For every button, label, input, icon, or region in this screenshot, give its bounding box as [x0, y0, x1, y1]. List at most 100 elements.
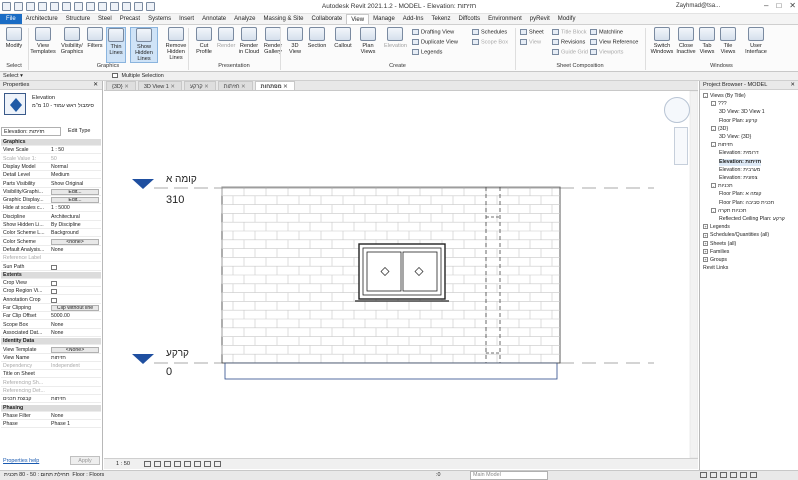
expand-icon[interactable]: +	[703, 257, 708, 263]
close-tab-icon[interactable]: ✕	[169, 84, 175, 90]
level-head-icon[interactable]	[132, 179, 154, 189]
property-button[interactable]: <None>	[51, 346, 99, 353]
drawing-canvas[interactable]	[104, 90, 699, 459]
close-tab-icon[interactable]: ✕	[123, 84, 129, 90]
browser-item[interactable]: Reflected Ceiling Plan: קרקע	[719, 216, 785, 223]
visibility-graphics-button[interactable]: Visibility/ Graphics	[60, 27, 84, 63]
matchline-button[interactable]: Matchline	[590, 29, 623, 36]
ribbon-tab-manage[interactable]: Manage	[369, 14, 399, 24]
property-checkbox[interactable]	[51, 289, 57, 295]
property-value[interactable]: חזיתות	[51, 396, 99, 403]
property-value[interactable]: 5000.00	[51, 313, 99, 320]
browser-item[interactable]: + Sheets (all)	[703, 241, 736, 248]
browser-item[interactable]: Elevation: חזיתות	[719, 158, 762, 166]
property-value[interactable]: Show Original	[51, 181, 99, 188]
close-tab-icon[interactable]: ✕	[203, 84, 209, 90]
property-value[interactable]: Medium	[51, 172, 99, 179]
category-phasing[interactable]: Phasing	[1, 404, 101, 412]
remove-hidden-lines-button[interactable]: Remove Hidden Lines	[162, 27, 190, 63]
ribbon-tab-architecture[interactable]: Architecture	[22, 14, 62, 24]
ribbon-tab-insert[interactable]: Insert	[175, 14, 198, 24]
modify-button[interactable]: Modify	[3, 27, 25, 63]
view-tab-0[interactable]: {3D} ✕	[106, 81, 136, 90]
legends-button[interactable]: Legends	[412, 49, 442, 56]
property-value[interactable]: 1 : 50	[51, 147, 99, 154]
drag-elements-icon[interactable]	[740, 472, 747, 478]
select-links-icon[interactable]	[700, 472, 707, 478]
property-value[interactable]: 1 : 5000	[51, 205, 99, 212]
browser-item[interactable]: Revit Links	[703, 265, 728, 272]
shadows-icon[interactable]	[174, 461, 181, 467]
ribbon-tab-systems[interactable]: Systems	[144, 14, 175, 24]
edit-type-button[interactable]: Edit Type	[66, 127, 101, 136]
ribbon-tab-steel[interactable]: Steel	[94, 14, 116, 24]
property-value[interactable]: None	[51, 247, 99, 254]
browser-item[interactable]: Elevation: דרומית	[719, 150, 759, 157]
expand-icon[interactable]: +	[703, 248, 708, 254]
view-tab-4[interactable]: מפתחות ✕	[254, 81, 295, 90]
section-button[interactable]: Section	[306, 27, 328, 63]
expand-icon[interactable]: +	[703, 224, 708, 230]
select-underlay-icon[interactable]	[710, 472, 717, 478]
browser-item[interactable]: - תכניות	[711, 183, 733, 190]
switch-windows-button[interactable]: Switch Windows	[650, 27, 674, 63]
user-account[interactable]: Zayhmad@tsa...	[676, 3, 720, 9]
browser-item[interactable]: - חזיתות	[711, 142, 733, 149]
vertical-scrollbar[interactable]	[689, 90, 699, 459]
property-checkbox[interactable]	[51, 297, 57, 303]
close-icon[interactable]: ✕	[790, 82, 795, 88]
filter-icon[interactable]	[750, 472, 757, 478]
visual-style-icon[interactable]	[154, 461, 161, 467]
reveal-hidden-icon[interactable]	[214, 461, 221, 467]
browser-item[interactable]: + Schedules/Quantities (all)	[703, 232, 769, 239]
collapse-icon[interactable]: -	[711, 142, 716, 148]
browser-item[interactable]: -???	[711, 101, 727, 108]
type-selector[interactable]: Elevation: חזיתות	[1, 127, 61, 136]
browser-item[interactable]: + Families	[703, 249, 729, 256]
ribbon-tab-analyze[interactable]: Analyze	[230, 14, 259, 24]
3d-view-button[interactable]: 3D View	[286, 27, 304, 63]
browser-item[interactable]: - תכניות תקרה	[711, 208, 747, 215]
level-elev-1[interactable]: 310	[166, 194, 184, 206]
properties-help-link[interactable]: Properties help	[3, 458, 39, 464]
level-elev-2[interactable]: 0	[166, 366, 172, 378]
property-value[interactable]: Background	[51, 230, 99, 237]
ribbon-tab-massing-site[interactable]: Massing & Site	[259, 14, 307, 24]
view-button[interactable]: View	[520, 39, 541, 46]
collapse-icon[interactable]: -	[711, 101, 716, 107]
schedules-button[interactable]: Schedules	[472, 29, 507, 36]
browser-item[interactable]: Floor Plan: תכנית סביבה	[719, 200, 774, 207]
ribbon-tab-annotate[interactable]: Annotate	[198, 14, 230, 24]
ribbon-tab-pyrevit[interactable]: pyRevit	[526, 14, 554, 24]
title-block-button[interactable]: Title Block	[552, 29, 587, 36]
ribbon-tab-structure[interactable]: Structure	[62, 14, 94, 24]
thin-lines-button[interactable]: Thin Lines	[106, 27, 126, 63]
expand-icon[interactable]: +	[703, 240, 708, 246]
close-icon[interactable]: ✕	[93, 82, 98, 88]
guide-grid-button[interactable]: Guide Grid	[552, 49, 588, 56]
property-value[interactable]: None	[51, 413, 99, 420]
browser-item[interactable]: Elevation: מערבית	[719, 167, 760, 174]
scope-box-button[interactable]: Scope Box	[472, 39, 508, 46]
active-model-dropdown[interactable]: Main Model	[470, 471, 548, 480]
property-checkbox[interactable]	[51, 264, 57, 270]
ribbon-tab-environment[interactable]: Environment	[484, 14, 526, 24]
foundation[interactable]	[224, 362, 558, 380]
sheet-button[interactable]: Sheet	[520, 29, 544, 36]
select-pinned-icon[interactable]	[720, 472, 727, 478]
browser-item[interactable]: - Views (By Title)	[703, 93, 746, 100]
browser-item[interactable]: 3D View: 3D View 1	[719, 109, 765, 116]
sun-path-icon[interactable]	[164, 461, 171, 467]
ribbon-tab-add-ins[interactable]: Add-Ins	[399, 14, 428, 24]
close-tab-icon[interactable]: ✕	[240, 84, 246, 90]
ribbon-tab-diffcotts[interactable]: Diffcotts	[455, 14, 485, 24]
view-cube-icon[interactable]	[664, 97, 690, 123]
close-inactive-button[interactable]: Close Inactive	[676, 27, 696, 63]
view-scale[interactable]: 1 : 50	[116, 461, 130, 467]
property-checkbox[interactable]	[51, 281, 57, 287]
browser-item[interactable]: + Legends	[703, 224, 730, 231]
detail-level-icon[interactable]	[144, 461, 151, 467]
browser-item[interactable]: - {3D}	[711, 126, 728, 133]
multiple-selection-option[interactable]: Multiple Selection	[112, 73, 164, 79]
show-crop-icon[interactable]	[194, 461, 201, 467]
